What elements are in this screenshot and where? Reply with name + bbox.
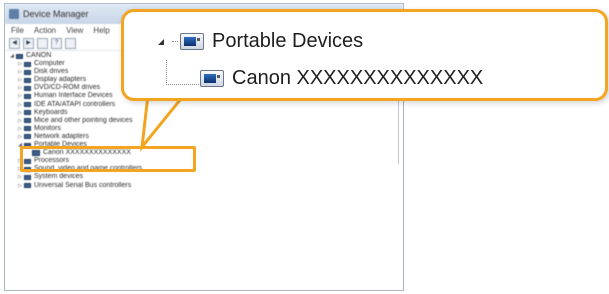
- back-button[interactable]: ◀: [9, 37, 20, 49]
- hid-icon: [24, 94, 31, 100]
- callout-category-row[interactable]: Portable Devices: [158, 30, 363, 53]
- callout-device-row[interactable]: Canon XXXXXXXXXXXXXX: [200, 67, 483, 90]
- tree-item[interactable]: ▷ System devices: [8, 173, 268, 181]
- tree-item-label: Computer: [34, 60, 65, 68]
- tree-item[interactable]: ▷ Network adapters: [8, 133, 268, 141]
- window-title: Device Manager: [23, 9, 89, 19]
- tree-root-label: CANON: [26, 52, 52, 59]
- device-manager-app-icon: [9, 9, 19, 19]
- expand-icon[interactable]: ▷: [16, 76, 24, 84]
- callout-tail: [140, 95, 186, 152]
- expand-icon[interactable]: ▷: [16, 60, 24, 68]
- expand-icon[interactable]: ▷: [16, 68, 24, 76]
- expand-icon[interactable]: ▷: [16, 133, 24, 141]
- tree-connector: [172, 41, 178, 42]
- tree-item-label: Universal Serial Bus controllers: [34, 181, 132, 189]
- computer-icon: [24, 61, 31, 67]
- expand-icon[interactable]: ▷: [16, 92, 24, 100]
- forward-button[interactable]: ▶: [23, 37, 34, 49]
- camera-device-icon: [200, 70, 224, 87]
- zoom-callout: Portable Devices Canon XXXXXXXXXXXXXX: [121, 9, 608, 101]
- monitor-icon: [24, 126, 31, 132]
- expand-icon[interactable]: ▷: [16, 117, 24, 125]
- menu-view[interactable]: View: [66, 26, 83, 35]
- tree-item[interactable]: ▷ Keyboards: [8, 109, 268, 117]
- callout-category-label: Portable Devices: [212, 30, 364, 52]
- expand-icon[interactable]: ▷: [16, 84, 24, 92]
- tree-item-label: DVD/CD-ROM drives: [34, 84, 101, 92]
- system-icon: [24, 174, 31, 180]
- expanded-arrow-icon[interactable]: [158, 38, 164, 45]
- expand-icon[interactable]: ▷: [16, 173, 24, 181]
- expand-icon[interactable]: ▷: [16, 101, 24, 109]
- tree-item-label: Monitors: [34, 124, 61, 132]
- properties-button[interactable]: [37, 37, 48, 49]
- display-icon: [24, 77, 31, 83]
- network-icon: [24, 134, 31, 140]
- tree-item-label: Mice and other pointing devices: [34, 116, 133, 124]
- tree-item-label: Network adapters: [34, 132, 89, 140]
- menu-action[interactable]: Action: [34, 26, 56, 35]
- tree-item-label: Keyboards: [34, 108, 68, 116]
- portable-device-icon: [180, 33, 204, 50]
- callout-device-label: Canon XXXXXXXXXXXXXX: [232, 67, 484, 89]
- dvd-icon: [24, 85, 31, 91]
- ide-icon: [24, 102, 31, 108]
- menu-help[interactable]: Help: [93, 26, 109, 35]
- tree-item-label: Display adapters: [34, 76, 87, 84]
- tree-item-label: IDE ATA/ATAPI controllers: [34, 100, 116, 108]
- menu-file[interactable]: File: [11, 26, 24, 35]
- scan-hardware-button[interactable]: [65, 37, 76, 49]
- tree-item[interactable]: ▷ Monitors: [8, 125, 268, 133]
- tree-item-label: Disk drives: [34, 68, 69, 76]
- expand-icon[interactable]: ▷: [16, 182, 24, 190]
- tree-item[interactable]: ▷ Universal Serial Bus controllers: [8, 182, 268, 190]
- tree-item-label: Human Interface Devices: [34, 92, 113, 100]
- computer-icon: [16, 53, 23, 59]
- disk-icon: [24, 69, 31, 75]
- usb-icon: [24, 183, 31, 189]
- expand-icon[interactable]: ▷: [16, 125, 24, 133]
- tree-connector-vertical: [166, 60, 203, 85]
- scrollbar[interactable]: [398, 100, 405, 164]
- tree-item[interactable]: ▷ Mice and other pointing devices: [8, 117, 268, 125]
- expand-icon[interactable]: ▷: [16, 109, 24, 117]
- keyboard-icon: [24, 110, 31, 116]
- mouse-icon: [24, 118, 31, 124]
- help-button[interactable]: ?: [51, 37, 62, 49]
- tree-item-label: System devices: [34, 173, 84, 181]
- collapse-icon[interactable]: ◢: [8, 52, 16, 60]
- tree-item[interactable]: ▷ IDE ATA/ATAPI controllers: [8, 101, 268, 109]
